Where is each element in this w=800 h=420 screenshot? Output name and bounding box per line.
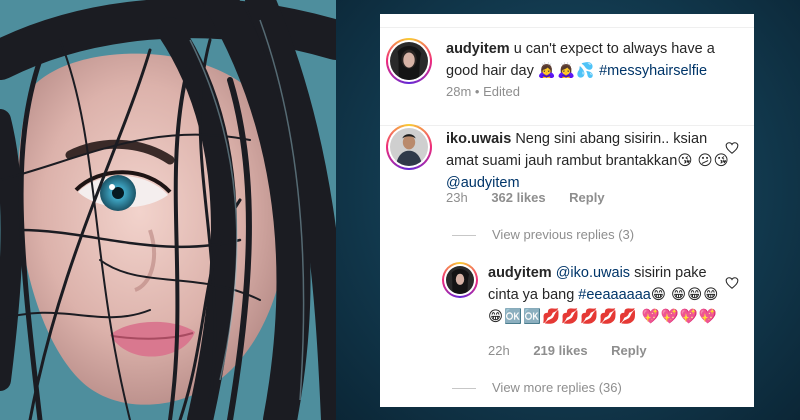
reply-reply-button[interactable]: Reply [611, 343, 646, 358]
post-meta: 28m • Edited [446, 84, 520, 99]
divider [380, 125, 754, 126]
comment-text: iko.uwais Neng sini abang sisirin.. ksia… [446, 128, 732, 194]
view-previous-replies-label[interactable]: View previous replies (3) [492, 227, 634, 242]
comment-meta: 23h 362 likes Reply [446, 190, 605, 205]
iko-uwais-avatar[interactable] [386, 124, 432, 170]
comment-reply-button[interactable]: Reply [569, 190, 604, 205]
reply-hashtag[interactable]: #eeaaaaaa [578, 287, 651, 303]
post-caption: audyitem u can't expect to always have a… [446, 38, 742, 82]
reply-time[interactable]: 22h [488, 343, 510, 358]
view-more-replies-label[interactable]: View more replies (36) [492, 380, 622, 395]
reply-username[interactable]: audyitem [488, 265, 552, 281]
reply-avatar[interactable] [442, 262, 478, 298]
selfie-illustration [0, 0, 336, 420]
avatar-picture [390, 128, 428, 166]
heart-icon[interactable] [725, 276, 739, 290]
selfie-photo [0, 0, 336, 420]
view-more-replies[interactable]: View more replies (36) [452, 380, 622, 395]
post-time[interactable]: 28m [446, 84, 471, 99]
comment-mention[interactable]: @audyitem [446, 175, 520, 191]
reply-meta: 22h 219 likes Reply [488, 343, 647, 358]
view-previous-replies[interactable]: View previous replies (3) [452, 227, 634, 242]
comment-likes[interactable]: 362 likes [491, 190, 545, 205]
caption-hashtag[interactable]: #messyhairselfie [599, 63, 707, 79]
divider [452, 235, 476, 237]
audyitem-avatar[interactable] [386, 38, 432, 84]
comment-time[interactable]: 23h [446, 190, 468, 205]
instagram-comments-card: audyitem u can't expect to always have a… [380, 14, 754, 407]
reply-text: audyitem @iko.uwais sisirin pake cinta y… [488, 262, 733, 328]
reply-emoji-hearts: 💖💖💖💖 [641, 309, 718, 325]
comment-username[interactable]: iko.uwais [446, 131, 511, 147]
reply-emoji: 😁 [650, 287, 667, 303]
comment-emoji-line2: 😕😘 [697, 153, 730, 169]
caption-emoji: 🙇‍♀️🙇‍♀️💦 [537, 63, 596, 79]
reply-likes[interactable]: 219 likes [533, 343, 587, 358]
post-edited: • Edited [474, 84, 520, 99]
divider [380, 27, 754, 28]
post-username[interactable]: audyitem [446, 41, 510, 57]
comment-emoji: 😘 [677, 153, 694, 169]
reply-mention[interactable]: @iko.uwais [556, 265, 630, 281]
avatar-picture [390, 42, 428, 80]
reply-emoji-ok: 🆗🆗 [504, 309, 543, 325]
reply-emoji-kisses: 💋💋💋💋💋 [542, 309, 638, 325]
divider [452, 388, 476, 390]
avatar-picture [446, 266, 474, 294]
heart-icon[interactable] [725, 141, 739, 155]
